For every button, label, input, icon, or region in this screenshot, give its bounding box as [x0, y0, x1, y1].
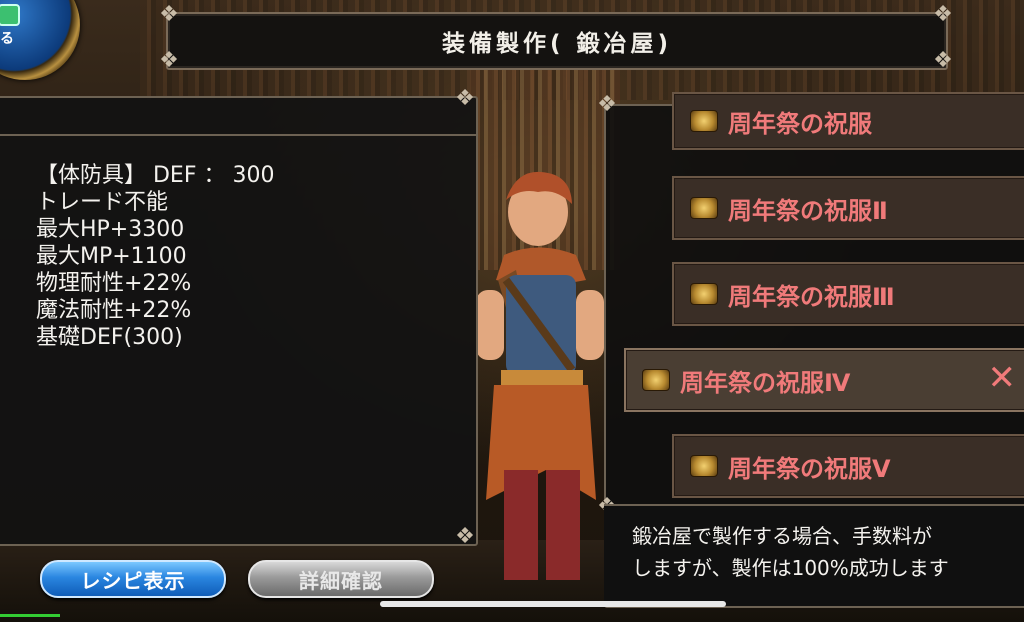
item-detail-header-bar: [0, 98, 476, 136]
scroll-icon: [642, 369, 670, 391]
stat-line-hp: 最大HP+3300: [36, 217, 185, 242]
recipe-item[interactable]: 周年祭の祝服Ⅱ: [672, 176, 1024, 240]
close-x-icon[interactable]: ✕: [988, 360, 1017, 396]
scroll-icon: [690, 197, 718, 219]
frame-corner-ornament-icon: ❖: [597, 92, 617, 117]
player-character: [476, 171, 604, 580]
description-line-2: しますが、製作は100%成功します: [632, 556, 949, 580]
stat-line-base-def: 基礎DEF(300): [36, 325, 183, 350]
recipe-item[interactable]: 周年祭の祝服Ⅲ: [672, 262, 1024, 326]
stat-line-trade: トレード不能: [36, 190, 169, 215]
title-bar: 装備製作( 鍛冶屋): [166, 12, 948, 70]
item-stats: 【体防具】 DEF ： 300 トレード不能 最大HP+3300 最大MP+11…: [36, 162, 274, 351]
scroll-icon: [690, 110, 718, 132]
home-indicator[interactable]: [380, 601, 726, 607]
scroll-icon: [690, 283, 718, 305]
menu-orb-label: る: [0, 31, 14, 47]
frame-corner-ornament-icon: ❖: [455, 524, 475, 549]
frame-corner-ornament-icon: ❖: [933, 48, 953, 73]
frame-corner-ornament-icon: ❖: [159, 2, 179, 27]
recipe-item-name: 周年祭の祝服Ⅳ: [680, 368, 851, 397]
show-recipe-button[interactable]: レシピ表示: [40, 560, 226, 598]
scroll-icon: [690, 455, 718, 477]
page-title: 装備製作( 鍛冶屋): [441, 31, 673, 57]
detail-confirm-button[interactable]: 詳細確認: [248, 560, 434, 598]
description-line-1: 鍛冶屋で製作する場合、手数料が: [632, 524, 932, 548]
frame-corner-ornament-icon: ❖: [455, 86, 475, 111]
recipe-item[interactable]: 周年祭の祝服: [672, 92, 1024, 150]
recipe-item-selected[interactable]: 周年祭の祝服Ⅳ ✕: [624, 348, 1024, 412]
stat-line-mag-res: 魔法耐性+22%: [36, 298, 192, 323]
recipe-item-name: 周年祭の祝服Ⅱ: [728, 196, 888, 225]
stat-line-category: 【体防具】 DEF ： 300: [36, 163, 275, 188]
recipe-item-name: 周年祭の祝服Ⅴ: [728, 454, 891, 483]
gem-icon: [0, 4, 20, 26]
frame-corner-ornament-icon: ❖: [159, 48, 179, 73]
recipe-item-name: 周年祭の祝服Ⅲ: [728, 282, 895, 311]
progress-strip: [0, 614, 60, 617]
stat-line-mp: 最大MP+1100: [36, 244, 187, 269]
recipe-item[interactable]: 周年祭の祝服Ⅴ: [672, 434, 1024, 498]
stat-line-phys-res: 物理耐性+22%: [36, 271, 192, 296]
crafting-description: 鍛冶屋で製作する場合、手数料が しますが、製作は100%成功します: [604, 504, 1024, 606]
frame-corner-ornament-icon: ❖: [933, 2, 953, 27]
recipe-item-name: 周年祭の祝服: [728, 109, 872, 138]
item-detail-panel: 【体防具】 DEF ： 300 トレード不能 最大HP+3300 最大MP+11…: [0, 96, 478, 546]
